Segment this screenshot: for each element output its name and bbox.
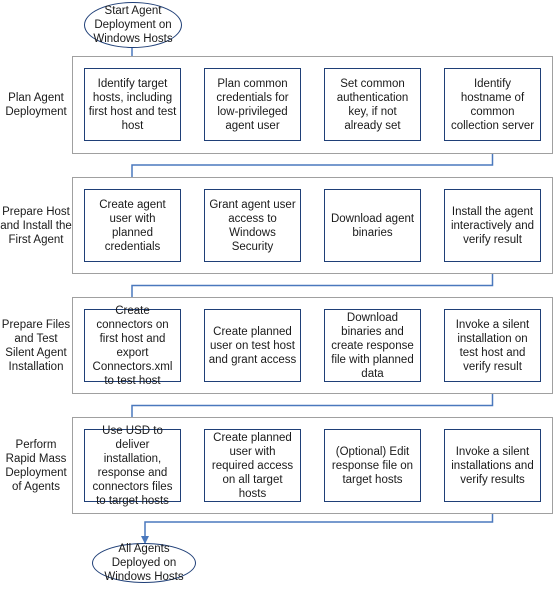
step-silent-install-all: Invoke a silent installations and verify… <box>444 429 541 502</box>
phase-label-mass-deploy: Perform Rapid Mass Deployment of Agents <box>5 438 67 493</box>
step-set-auth-key: Set common authentication key, if not al… <box>324 68 421 141</box>
step-create-user-test-host: Create planned user on test host and gra… <box>204 309 301 382</box>
step-identify-target-hosts: Identify target hosts, including first h… <box>84 68 181 141</box>
end-label: All Agents Deployed on Windows Hosts <box>104 543 184 583</box>
phase-label-prepare-host: Prepare Host and Install the First Agent <box>0 205 72 246</box>
step-plan-credentials: Plan common credentials for low-privileg… <box>204 68 301 141</box>
step-install-interactively: Install the agent interactively and veri… <box>444 189 541 262</box>
step-create-response-file: Download binaries and create response fi… <box>324 309 421 382</box>
step-create-user-all-hosts: Create planned user with required access… <box>204 429 301 502</box>
step-edit-response-file: (Optional) Edit response file on target … <box>324 429 421 502</box>
step-silent-install-test: Invoke a silent installation on test hos… <box>444 309 541 382</box>
start-label: Start Agent Deployment on Windows Hosts <box>93 5 173 45</box>
step-create-agent-user: Create agent user with planned credentia… <box>84 189 181 262</box>
step-grant-access: Grant agent user access to Windows Secur… <box>204 189 301 262</box>
end-terminator: All Agents Deployed on Windows Hosts <box>92 543 196 583</box>
phase-label-prepare-files: Prepare Files and Test Silent Agent Inst… <box>1 318 71 373</box>
step-use-usd: Use USD to deliver installation, respons… <box>84 425 181 507</box>
step-download-binaries: Download agent binaries <box>324 189 421 262</box>
step-create-connectors: Create connectors on first host and expo… <box>84 305 181 387</box>
phase-label-plan: Plan Agent Deployment <box>5 92 67 118</box>
start-terminator: Start Agent Deployment on Windows Hosts <box>84 2 182 48</box>
step-identify-collection-server: Identify hostname of common collection s… <box>444 68 541 141</box>
